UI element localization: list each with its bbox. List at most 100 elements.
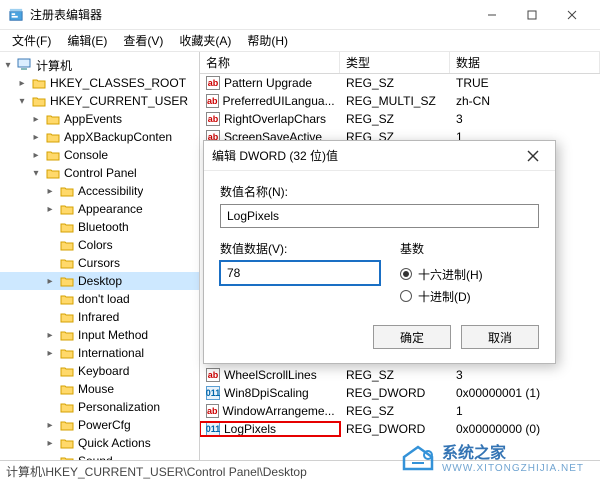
tree-item[interactable]: ▾Control Panel: [0, 164, 199, 182]
computer-icon: [17, 58, 33, 72]
window-titlebar: 注册表编辑器: [0, 0, 600, 30]
list-row[interactable]: abWheelScrollLinesREG_SZ3: [200, 366, 600, 384]
tree-item[interactable]: ▸Console: [0, 146, 199, 164]
maximize-button[interactable]: [512, 1, 552, 29]
list-row[interactable]: abRightOverlapCharsREG_SZ3: [200, 110, 600, 128]
reg-dword-icon: 011: [206, 386, 220, 400]
chevron-down-icon[interactable]: ▾: [30, 168, 42, 179]
tree-item[interactable]: ▸PowerCfg: [0, 416, 199, 434]
tree-item[interactable]: Sound: [0, 452, 199, 460]
folder-icon: [59, 274, 75, 288]
tree-item[interactable]: Keyboard: [0, 362, 199, 380]
tree-item[interactable]: ▸Accessibility: [0, 182, 199, 200]
cancel-button[interactable]: 取消: [461, 325, 539, 349]
radio-hex[interactable]: 十六进制(H): [400, 263, 539, 285]
tree-item[interactable]: Cursors: [0, 254, 199, 272]
folder-icon: [59, 382, 75, 396]
chevron-right-icon[interactable]: ▸: [44, 330, 56, 341]
list-row[interactable]: abWindowArrangeme...REG_SZ1: [200, 402, 600, 420]
folder-icon: [59, 436, 75, 450]
dialog-titlebar[interactable]: 编辑 DWORD (32 位)值: [204, 141, 555, 171]
base-label: 基数: [400, 240, 539, 257]
dialog-close-button[interactable]: [519, 144, 547, 168]
radio-icon: [400, 268, 412, 280]
chevron-right-icon[interactable]: ▸: [44, 276, 56, 287]
watermark-url: WWW.XITONGZHIJIA.NET: [442, 463, 584, 474]
tree-item[interactable]: ▸AppEvents: [0, 110, 199, 128]
tree-root[interactable]: ▾ 计算机: [0, 56, 199, 74]
chevron-right-icon[interactable]: ▸: [30, 114, 42, 125]
value-name-input[interactable]: [220, 204, 539, 228]
folder-icon: [59, 220, 75, 234]
chevron-down-icon[interactable]: ▾: [16, 96, 28, 107]
folder-icon: [59, 238, 75, 252]
dialog-title: 编辑 DWORD (32 位)值: [212, 147, 519, 164]
tree-item[interactable]: ▸AppXBackupConten: [0, 128, 199, 146]
tree-item-selected[interactable]: ▸Desktop: [0, 272, 199, 290]
tree-item[interactable]: ▸Input Method: [0, 326, 199, 344]
menu-help[interactable]: 帮助(H): [241, 30, 294, 51]
minimize-button[interactable]: [472, 1, 512, 29]
menu-view[interactable]: 查看(V): [117, 30, 169, 51]
list-row[interactable]: abPreferredUILangua...REG_MULTI_SZzh-CN: [200, 92, 600, 110]
folder-icon: [31, 76, 47, 90]
watermark-icon: [400, 441, 436, 473]
reg-sz-icon: ab: [206, 94, 219, 108]
reg-sz-icon: ab: [206, 368, 220, 382]
chevron-right-icon[interactable]: ▸: [44, 348, 56, 359]
list-header: 名称 类型 数据: [200, 52, 600, 74]
tree-item[interactable]: ▸International: [0, 344, 199, 362]
regedit-icon: [8, 7, 24, 23]
menubar: 文件(F) 编辑(E) 查看(V) 收藏夹(A) 帮助(H): [0, 30, 600, 52]
reg-sz-icon: ab: [206, 76, 220, 90]
value-data-input[interactable]: [220, 261, 380, 285]
registry-tree[interactable]: ▾ 计算机 ▸ HKEY_CLASSES_ROOT ▾ HKEY_CURRENT…: [0, 52, 200, 460]
chevron-right-icon[interactable]: ▸: [44, 204, 56, 215]
chevron-right-icon[interactable]: ▸: [44, 420, 56, 431]
radio-icon: [400, 290, 412, 302]
chevron-down-icon[interactable]: ▾: [2, 60, 14, 71]
tree-item[interactable]: Personalization: [0, 398, 199, 416]
folder-icon: [31, 94, 47, 108]
dialog-body: 数值名称(N): 数值数据(V): 基数 十六进制(H) 十进制(D) 确定: [204, 171, 555, 363]
tree-item[interactable]: don't load: [0, 290, 199, 308]
menu-favorites[interactable]: 收藏夹(A): [173, 30, 237, 51]
list-row[interactable]: abPattern UpgradeREG_SZTRUE: [200, 74, 600, 92]
chevron-right-icon[interactable]: ▸: [44, 438, 56, 449]
ok-button[interactable]: 确定: [373, 325, 451, 349]
folder-icon: [59, 184, 75, 198]
watermark: 系统之家 WWW.XITONGZHIJIA.NET: [400, 439, 584, 474]
tree-item[interactable]: Bluetooth: [0, 218, 199, 236]
tree-item[interactable]: ▸Appearance: [0, 200, 199, 218]
chevron-right-icon[interactable]: ▸: [16, 78, 28, 89]
list-row[interactable]: 011Win8DpiScalingREG_DWORD0x00000001 (1): [200, 384, 600, 402]
chevron-right-icon[interactable]: ▸: [30, 132, 42, 143]
folder-icon: [45, 130, 61, 144]
tree-item[interactable]: Mouse: [0, 380, 199, 398]
folder-icon: [59, 364, 75, 378]
folder-icon: [59, 328, 75, 342]
close-button[interactable]: [552, 1, 592, 29]
folder-icon: [45, 148, 61, 162]
tree-item[interactable]: ▾ HKEY_CURRENT_USER: [0, 92, 199, 110]
list-row-highlighted[interactable]: 011LogPixelsREG_DWORD0x00000000 (0): [200, 420, 600, 438]
folder-icon: [45, 166, 61, 180]
column-data[interactable]: 数据: [450, 52, 600, 73]
edit-dword-dialog: 编辑 DWORD (32 位)值 数值名称(N): 数值数据(V): 基数 十六…: [203, 140, 556, 364]
tree-item[interactable]: Infrared: [0, 308, 199, 326]
column-type[interactable]: 类型: [340, 52, 450, 73]
folder-icon: [59, 418, 75, 432]
statusbar-path: 计算机\HKEY_CURRENT_USER\Control Panel\Desk…: [6, 463, 307, 480]
chevron-right-icon[interactable]: ▸: [44, 186, 56, 197]
tree-item[interactable]: ▸Quick Actions: [0, 434, 199, 452]
tree-item[interactable]: ▸ HKEY_CLASSES_ROOT: [0, 74, 199, 92]
radio-dec[interactable]: 十进制(D): [400, 285, 539, 307]
menu-file[interactable]: 文件(F): [6, 30, 57, 51]
menu-edit[interactable]: 编辑(E): [61, 30, 113, 51]
tree-item[interactable]: Colors: [0, 236, 199, 254]
window-title: 注册表编辑器: [30, 6, 472, 23]
folder-icon: [59, 400, 75, 414]
reg-dword-icon: 011: [206, 422, 220, 436]
chevron-right-icon[interactable]: ▸: [30, 150, 42, 161]
column-name[interactable]: 名称: [200, 52, 340, 73]
